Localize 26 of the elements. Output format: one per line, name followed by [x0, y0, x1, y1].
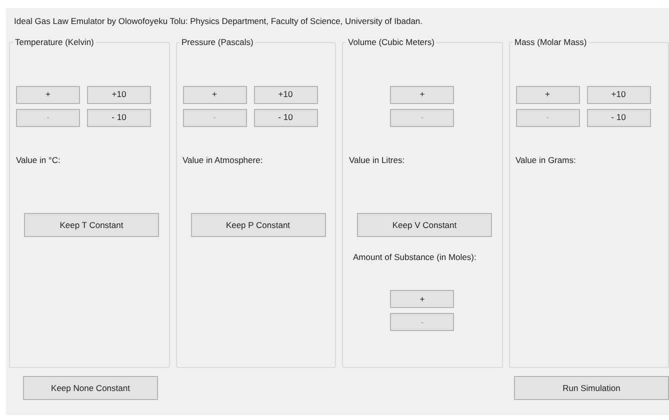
- increment-button[interactable]: +10: [586, 86, 650, 104]
- run-simulation-button[interactable]: Run Simulation: [514, 376, 669, 400]
- increment-button[interactable]: +: [516, 86, 580, 104]
- value-label: Value in °C:: [16, 154, 62, 166]
- keep-none-button[interactable]: Keep None Constant: [23, 376, 158, 400]
- group-title: Mass (Molar Mass): [514, 38, 588, 46]
- increment-button[interactable]: - 10: [586, 108, 650, 126]
- amount-label: Amount of Substance (in Moles):: [353, 251, 478, 264]
- increment-button[interactable]: +10: [87, 86, 151, 104]
- group-title: Volume (Cubic Meters): [347, 38, 436, 46]
- value-label: Value in Litres:: [349, 154, 406, 166]
- value-label: Value in Grams:: [516, 154, 577, 166]
- keep-constant-button[interactable]: Keep P Constant: [190, 213, 326, 238]
- increment-button[interactable]: +: [390, 290, 454, 308]
- increment-button[interactable]: +10: [254, 86, 318, 104]
- increment-button[interactable]: +: [16, 86, 80, 104]
- increment-button[interactable]: - 10: [254, 108, 318, 126]
- increment-button[interactable]: - 10: [87, 108, 151, 126]
- keep-constant-button[interactable]: Keep V Constant: [357, 213, 492, 238]
- value-label: Value in Atmosphere:: [182, 154, 264, 166]
- increment-button[interactable]: +: [390, 86, 454, 104]
- window-title: Ideal Gas Law Emulator by Olowofoyeku Tolu: Physics Department, Faculty of Science, University of Ibadan.: [14, 16, 423, 26]
- keep-constant-button[interactable]: Keep T Constant: [24, 213, 159, 238]
- group-title: Pressure (Pascals): [180, 38, 254, 46]
- group-title: Temperature (Kelvin): [14, 38, 95, 46]
- increment-button[interactable]: +: [182, 86, 246, 104]
